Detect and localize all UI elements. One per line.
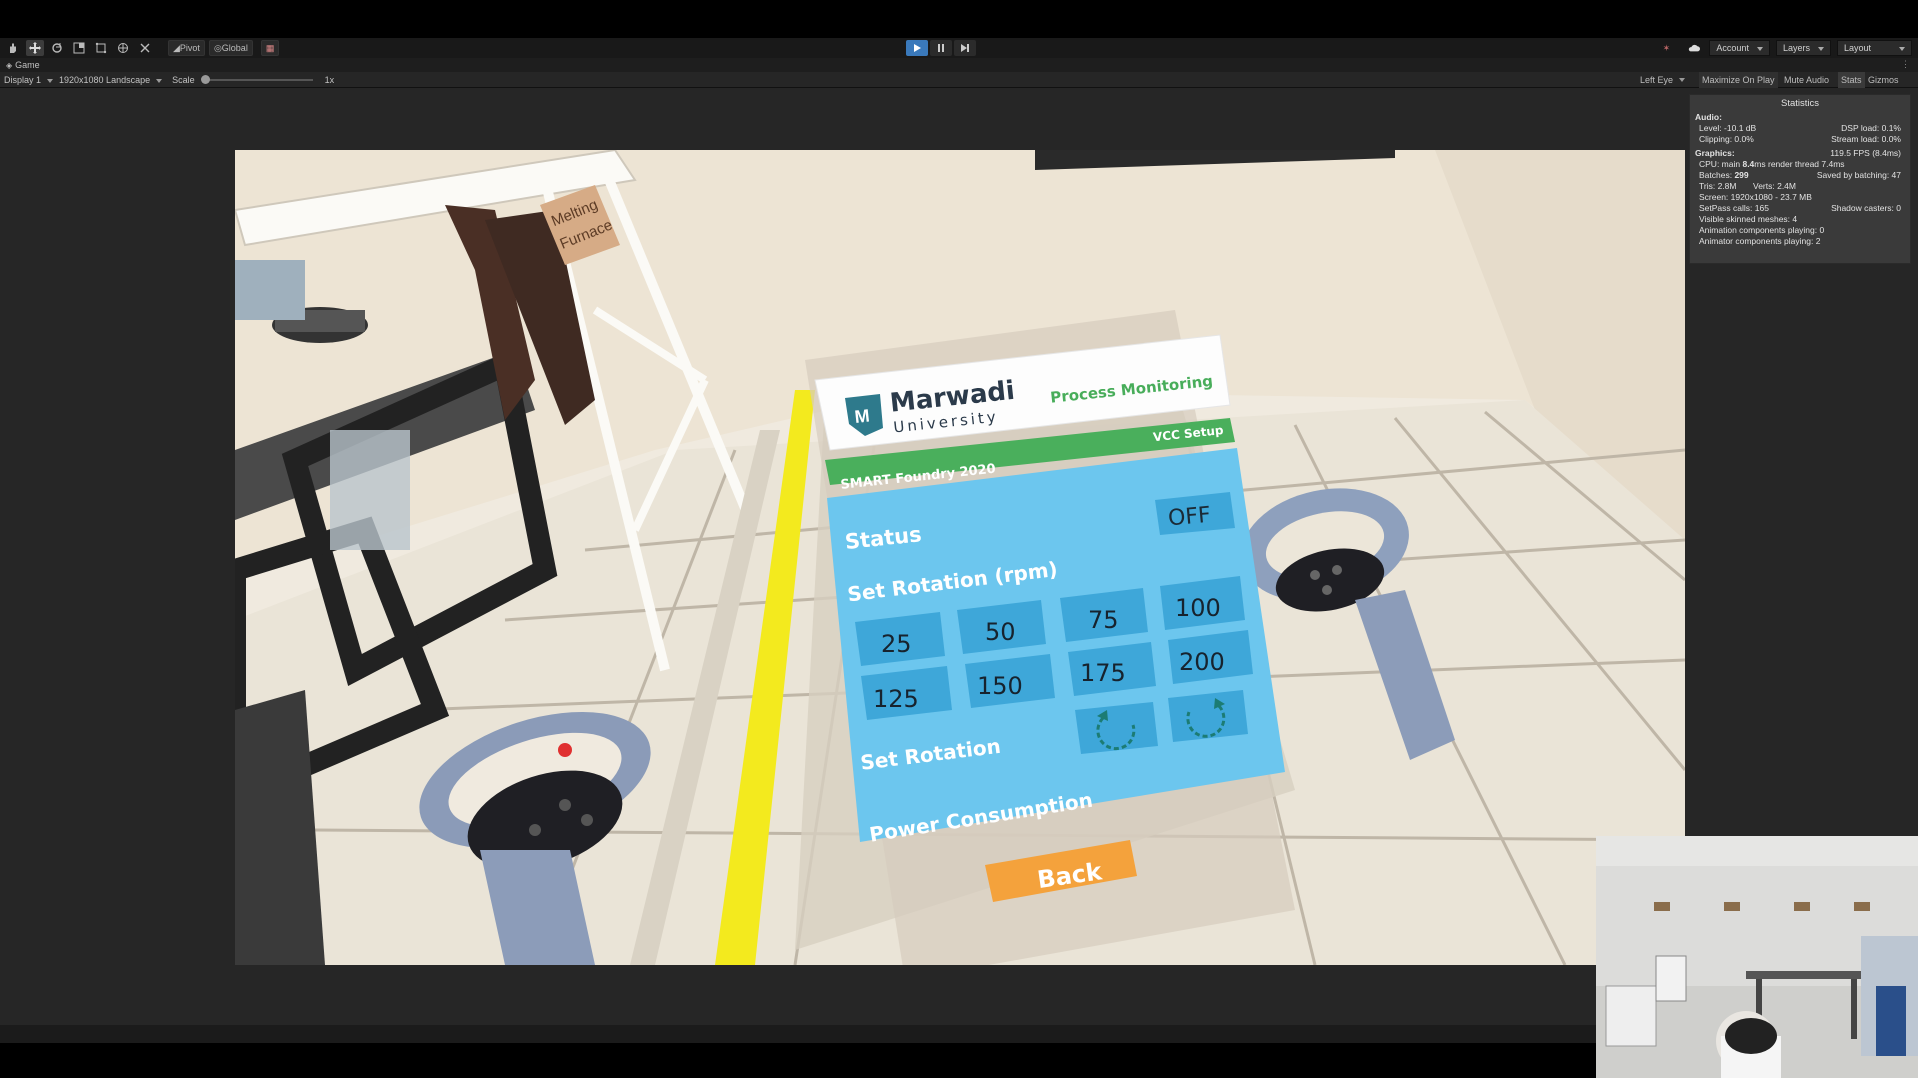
step-icon [961, 44, 969, 52]
rpm-label: 200 [1179, 648, 1225, 676]
cloud-icon[interactable] [1685, 40, 1703, 56]
collab-icon[interactable]: ✶ [1657, 40, 1675, 56]
stat-batches: Batches: 299 [1699, 170, 1749, 180]
rpm-label: 150 [977, 672, 1023, 700]
global-label: Global [221, 43, 248, 53]
rect-tool-icon[interactable] [92, 40, 110, 56]
scale-value: 1x [324, 74, 335, 85]
status-value: OFF [1167, 503, 1212, 532]
globe-icon: ◎ [213, 42, 222, 53]
maximize-on-play-toggle[interactable]: Maximize On Play [1699, 72, 1778, 88]
stat-anim: Animation components playing: 0 [1699, 225, 1825, 235]
rotate-tool-icon[interactable] [48, 40, 66, 56]
pivot-icon: ◢ [173, 42, 180, 53]
transform-tool-icon[interactable] [114, 40, 132, 56]
chevron-down-icon [1679, 78, 1686, 82]
step-button[interactable] [954, 40, 976, 56]
stat-saved: Saved by batching: 47 [1816, 170, 1901, 180]
layout-dropdown[interactable]: Layout [1836, 40, 1912, 56]
stat-setpass: SetPass calls: 165 [1699, 203, 1769, 213]
webcam-overlay [1596, 836, 1918, 1078]
pause-icon [938, 44, 944, 52]
vr-scene-render[interactable]: Melting Furnace M Marwadi University Pro… [235, 150, 1685, 965]
rpm-label: 75 [1088, 606, 1119, 634]
main-toolbar: ◢ Pivot ◎ Global ▦ ✶ Account Layers Layout [0, 38, 1918, 58]
stat-dsp: DSP load: 0.1% [1841, 123, 1901, 133]
gamepad-icon: ◈ [6, 60, 13, 70]
scale-tool-icon[interactable] [70, 40, 88, 56]
stat-shadow: Shadow casters: 0 [1831, 203, 1901, 213]
stat-tris-verts: Tris: 2.8M Verts: 2.4M [1699, 181, 1796, 191]
play-button[interactable] [906, 40, 928, 56]
stats-audio-header: Audio: [1695, 112, 1722, 122]
bottom-status-bar [0, 1025, 1596, 1043]
stat-level: Level: -10.1 dB [1699, 123, 1757, 133]
stat-screen: Screen: 1920x1080 - 23.7 MB [1699, 192, 1812, 202]
stat-cpu: CPU: main 8.4ms render thread 7.4ms [1699, 159, 1845, 169]
global-toggle[interactable]: ◎ Global [208, 40, 253, 56]
rpm-label: 100 [1175, 594, 1221, 622]
tab-game-label: Game [15, 60, 40, 70]
grid-snap-button[interactable]: ▦ [260, 40, 280, 56]
grid-icon: ▦ [265, 42, 275, 53]
play-controls [906, 40, 976, 56]
game-view-toolbar: Display 1 1920x1080 Landscape Scale 1x L… [0, 72, 1918, 88]
gizmos-dropdown[interactable]: Gizmos [1868, 72, 1899, 88]
scale-label: Scale [172, 74, 195, 85]
hand-tool-icon[interactable] [4, 40, 22, 56]
unity-editor: ◢ Pivot ◎ Global ▦ ✶ Account Layers Layout… [0, 0, 1918, 1078]
stats-graphics-header: Graphics: [1695, 148, 1735, 158]
eye-label: Left Eye [1640, 75, 1674, 85]
right-toolbar: ✶ Account Layers Layout [1653, 40, 1912, 56]
mute-audio-toggle[interactable]: Mute Audio [1784, 72, 1829, 88]
move-tool-icon[interactable] [26, 40, 44, 56]
rpm-label: 50 [985, 618, 1016, 646]
webcam-feed [1596, 836, 1918, 1078]
stats-toggle[interactable]: Stats [1838, 72, 1865, 88]
game-tab-row: ◈ Game ⋮ [0, 58, 1918, 72]
vr-process-panel: M Marwadi University Process Monitoring … [775, 310, 1295, 965]
play-icon [914, 44, 921, 52]
vr-panel-graphic: M Marwadi University Process Monitoring … [805, 310, 1295, 965]
svg-text:M: M [854, 406, 871, 427]
stats-title: Statistics [1780, 98, 1819, 109]
tab-game[interactable]: ◈ Game [0, 60, 40, 70]
pivot-label: Pivot [179, 43, 200, 53]
resolution-dropdown[interactable]: 1920x1080 Landscape [59, 75, 164, 85]
scale-slider-handle[interactable] [200, 74, 210, 84]
statistics-panel: Statistics Audio: Level: -10.1 dB DSP loa… [1689, 94, 1911, 264]
pivot-toggle[interactable]: ◢ Pivot [168, 40, 205, 56]
eye-dropdown[interactable]: Left Eye [1640, 72, 1687, 88]
custom-tool-icon[interactable] [136, 40, 154, 56]
rpm-label: 25 [881, 630, 912, 658]
rpm-label: 125 [873, 685, 919, 713]
tab-menu-icon[interactable]: ⋮ [1901, 59, 1910, 70]
pause-button[interactable] [930, 40, 952, 56]
display-dropdown[interactable]: Display 1 [4, 75, 55, 85]
rotate-ccw-button[interactable] [1075, 702, 1158, 754]
account-dropdown[interactable]: Account [1709, 40, 1770, 56]
rpm-label: 175 [1080, 659, 1126, 687]
layers-dropdown[interactable]: Layers [1775, 40, 1831, 56]
scale-slider[interactable] [200, 74, 313, 84]
stat-fps: 119.5 FPS (8.4ms) [1830, 148, 1901, 158]
stat-skinned: Visible skinned meshes: 4 [1699, 214, 1798, 224]
stat-animator: Animator components playing: 2 [1699, 236, 1821, 246]
stat-stream: Stream load: 0.0% [1831, 134, 1901, 144]
rotate-cw-button[interactable] [1168, 690, 1248, 742]
stat-clipping: Clipping: 0.0% [1699, 134, 1754, 144]
